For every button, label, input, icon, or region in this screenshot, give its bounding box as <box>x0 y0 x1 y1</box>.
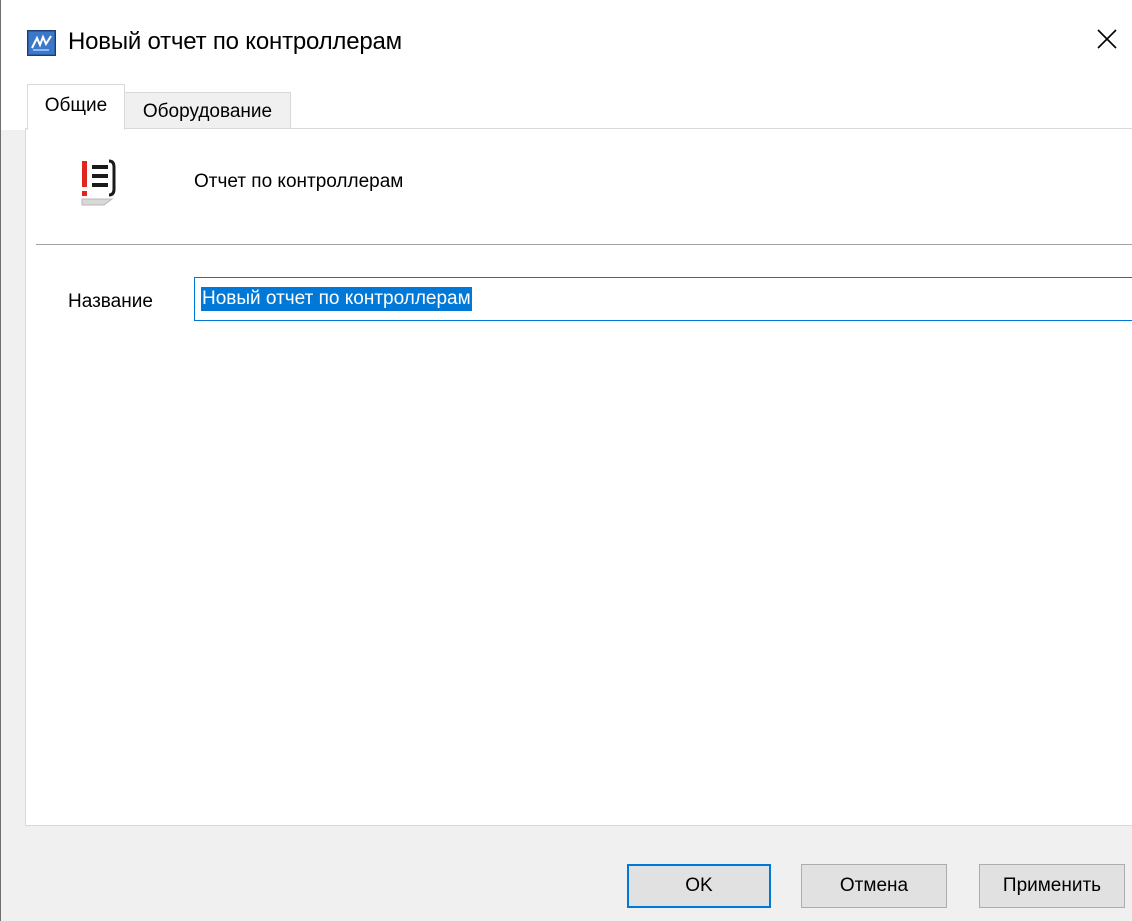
apply-button[interactable]: Применить <box>979 864 1125 908</box>
report-type-label: Отчет по контроллерам <box>194 171 404 192</box>
general-tab-panel: Отчет по контроллерам Название Новый отч… <box>25 128 1132 826</box>
tab-strip: Общие Оборудование <box>1 84 1132 130</box>
app-logo-icon <box>27 30 56 56</box>
separator <box>36 244 1132 245</box>
close-button[interactable] <box>1081 10 1132 72</box>
dialog-footer: OK Отмена Применить <box>1 826 1132 921</box>
report-list-icon <box>74 155 118 207</box>
name-label: Название <box>68 291 153 312</box>
tab-general[interactable]: Общие <box>27 84 125 130</box>
dialog-window: Новый отчет по контроллерам Общие Оборуд… <box>0 0 1132 921</box>
ok-button[interactable]: OK <box>627 864 771 908</box>
name-input[interactable]: Новый отчет по контроллерам <box>194 277 1132 321</box>
cancel-button[interactable]: Отмена <box>801 864 947 908</box>
close-icon <box>1096 28 1118 55</box>
title-bar[interactable]: Новый отчет по контроллерам <box>1 0 1132 84</box>
tab-equipment[interactable]: Оборудование <box>125 92 291 130</box>
name-input-value: Новый отчет по контроллерам <box>201 287 472 311</box>
window-title: Новый отчет по контроллерам <box>68 28 402 55</box>
